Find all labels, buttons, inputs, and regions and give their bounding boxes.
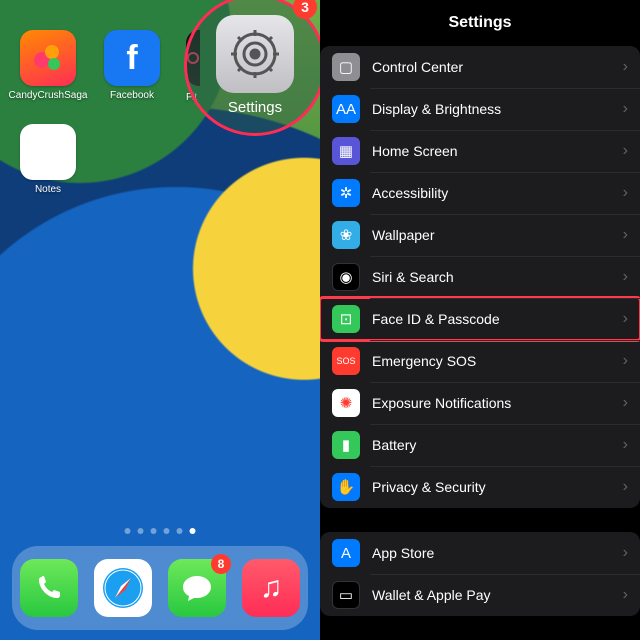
settings-title: Settings	[320, 0, 640, 46]
app-label: Settings	[228, 99, 282, 116]
toggles-icon: ▢	[332, 53, 360, 81]
settings-row-label: Siri & Search	[372, 269, 623, 285]
settings-row-label: Wallpaper	[372, 227, 623, 243]
settings-row-faceid[interactable]: ⊡ Face ID & Passcode›	[320, 298, 640, 340]
settings-icon	[216, 15, 294, 93]
settings-row-accessibility[interactable]: ✲ Accessibility›	[320, 172, 640, 214]
app-facebook[interactable]: f Facebook	[102, 30, 162, 101]
settings-group: AApp Store›▭Wallet & Apple Pay›	[320, 532, 640, 616]
home-apps-row: CandyCrushSaga f Facebook	[18, 30, 162, 101]
hand-icon: ✋	[332, 473, 360, 501]
settings-row-label: Accessibility	[372, 185, 623, 201]
settings-row-label: Display & Brightness	[372, 101, 623, 117]
app-label: CandyCrushSaga	[9, 90, 88, 101]
chevron-right-icon: ›	[623, 586, 628, 604]
page-dot[interactable]	[151, 528, 157, 534]
chevron-right-icon: ›	[623, 268, 628, 286]
text-size-icon: AA	[332, 95, 360, 123]
chevron-right-icon: ›	[623, 184, 628, 202]
app-notes[interactable]: Notes	[18, 124, 78, 195]
settings-row-label: Home Screen	[372, 143, 623, 159]
chevron-right-icon: ›	[623, 100, 628, 118]
chevron-right-icon: ›	[623, 478, 628, 496]
facebook-icon: f	[104, 30, 160, 86]
phone-app[interactable]	[20, 559, 78, 617]
app-candycrush[interactable]: CandyCrushSaga	[18, 30, 78, 101]
candycrush-icon	[20, 30, 76, 86]
sos-icon: SOS	[332, 347, 360, 375]
home-apps-row-2: Notes	[18, 124, 78, 195]
chevron-right-icon: ›	[623, 436, 628, 454]
settings-row-sos[interactable]: SOS Emergency SOS›	[320, 340, 640, 382]
page-dot[interactable]	[177, 528, 183, 534]
app-label: Facebook	[110, 90, 154, 101]
settings-row-home-screen[interactable]: ▦ Home Screen›	[320, 130, 640, 172]
settings-row-label: App Store	[372, 545, 623, 561]
settings-row-label: Privacy & Security	[372, 479, 623, 495]
app-label: Notes	[35, 184, 61, 195]
page-indicator[interactable]	[125, 528, 196, 534]
safari-app[interactable]	[94, 559, 152, 617]
grid-icon: ▦	[332, 137, 360, 165]
page-dot[interactable]	[125, 528, 131, 534]
settings-list[interactable]: ▢Control Center›AADisplay & Brightness›▦…	[320, 46, 640, 640]
settings-screen: Settings ▢Control Center›AADisplay & Bri…	[320, 0, 640, 640]
page-dot[interactable]	[138, 528, 144, 534]
chevron-right-icon: ›	[623, 142, 628, 160]
chevron-right-icon: ›	[623, 544, 628, 562]
settings-row-siri[interactable]: ◉ Siri & Search›	[320, 256, 640, 298]
exposure-icon: ✺	[332, 389, 360, 417]
settings-app-highlight[interactable]: 3 Settings	[184, 0, 320, 136]
flower-icon: ❀	[332, 221, 360, 249]
siri-icon: ◉	[332, 263, 360, 291]
settings-row-label: Face ID & Passcode	[372, 311, 623, 327]
settings-row-control-center[interactable]: ▢ Control Center›	[320, 46, 640, 88]
page-dot[interactable]	[190, 528, 196, 534]
settings-row-privacy[interactable]: ✋ Privacy & Security›	[320, 466, 640, 508]
wallet-icon: ▭	[332, 581, 360, 609]
music-app[interactable]: ♫	[242, 559, 300, 617]
settings-row-label: Emergency SOS	[372, 353, 623, 369]
iphone-home-screen: CandyCrushSaga f Facebook Fit Notes 3	[0, 0, 320, 640]
chevron-right-icon: ›	[623, 352, 628, 370]
settings-row-wallpaper[interactable]: ❀ Wallpaper›	[320, 214, 640, 256]
accessibility-icon: ✲	[332, 179, 360, 207]
settings-row-display[interactable]: AA Display & Brightness›	[320, 88, 640, 130]
chevron-right-icon: ›	[623, 226, 628, 244]
notification-badge: 8	[211, 554, 231, 574]
battery-icon: ▮	[332, 431, 360, 459]
settings-group: ▢Control Center›AADisplay & Brightness›▦…	[320, 46, 640, 508]
settings-row-appstore[interactable]: A App Store›	[320, 532, 640, 574]
settings-row-label: Wallet & Apple Pay	[372, 587, 623, 603]
appstore-icon: A	[332, 539, 360, 567]
settings-row-wallet[interactable]: ▭ Wallet & Apple Pay›	[320, 574, 640, 616]
settings-row-label: Exposure Notifications	[372, 395, 623, 411]
settings-row-exposure[interactable]: ✺ Exposure Notifications›	[320, 382, 640, 424]
faceid-icon: ⊡	[332, 305, 360, 333]
notes-icon	[20, 124, 76, 180]
chevron-right-icon: ›	[623, 310, 628, 328]
dock: 8 ♫	[12, 546, 308, 630]
chevron-right-icon: ›	[623, 394, 628, 412]
messages-app[interactable]: 8	[168, 559, 226, 617]
settings-row-label: Battery	[372, 437, 623, 453]
page-dot[interactable]	[164, 528, 170, 534]
chevron-right-icon: ›	[623, 58, 628, 76]
settings-row-battery[interactable]: ▮ Battery›	[320, 424, 640, 466]
settings-row-label: Control Center	[372, 59, 623, 75]
